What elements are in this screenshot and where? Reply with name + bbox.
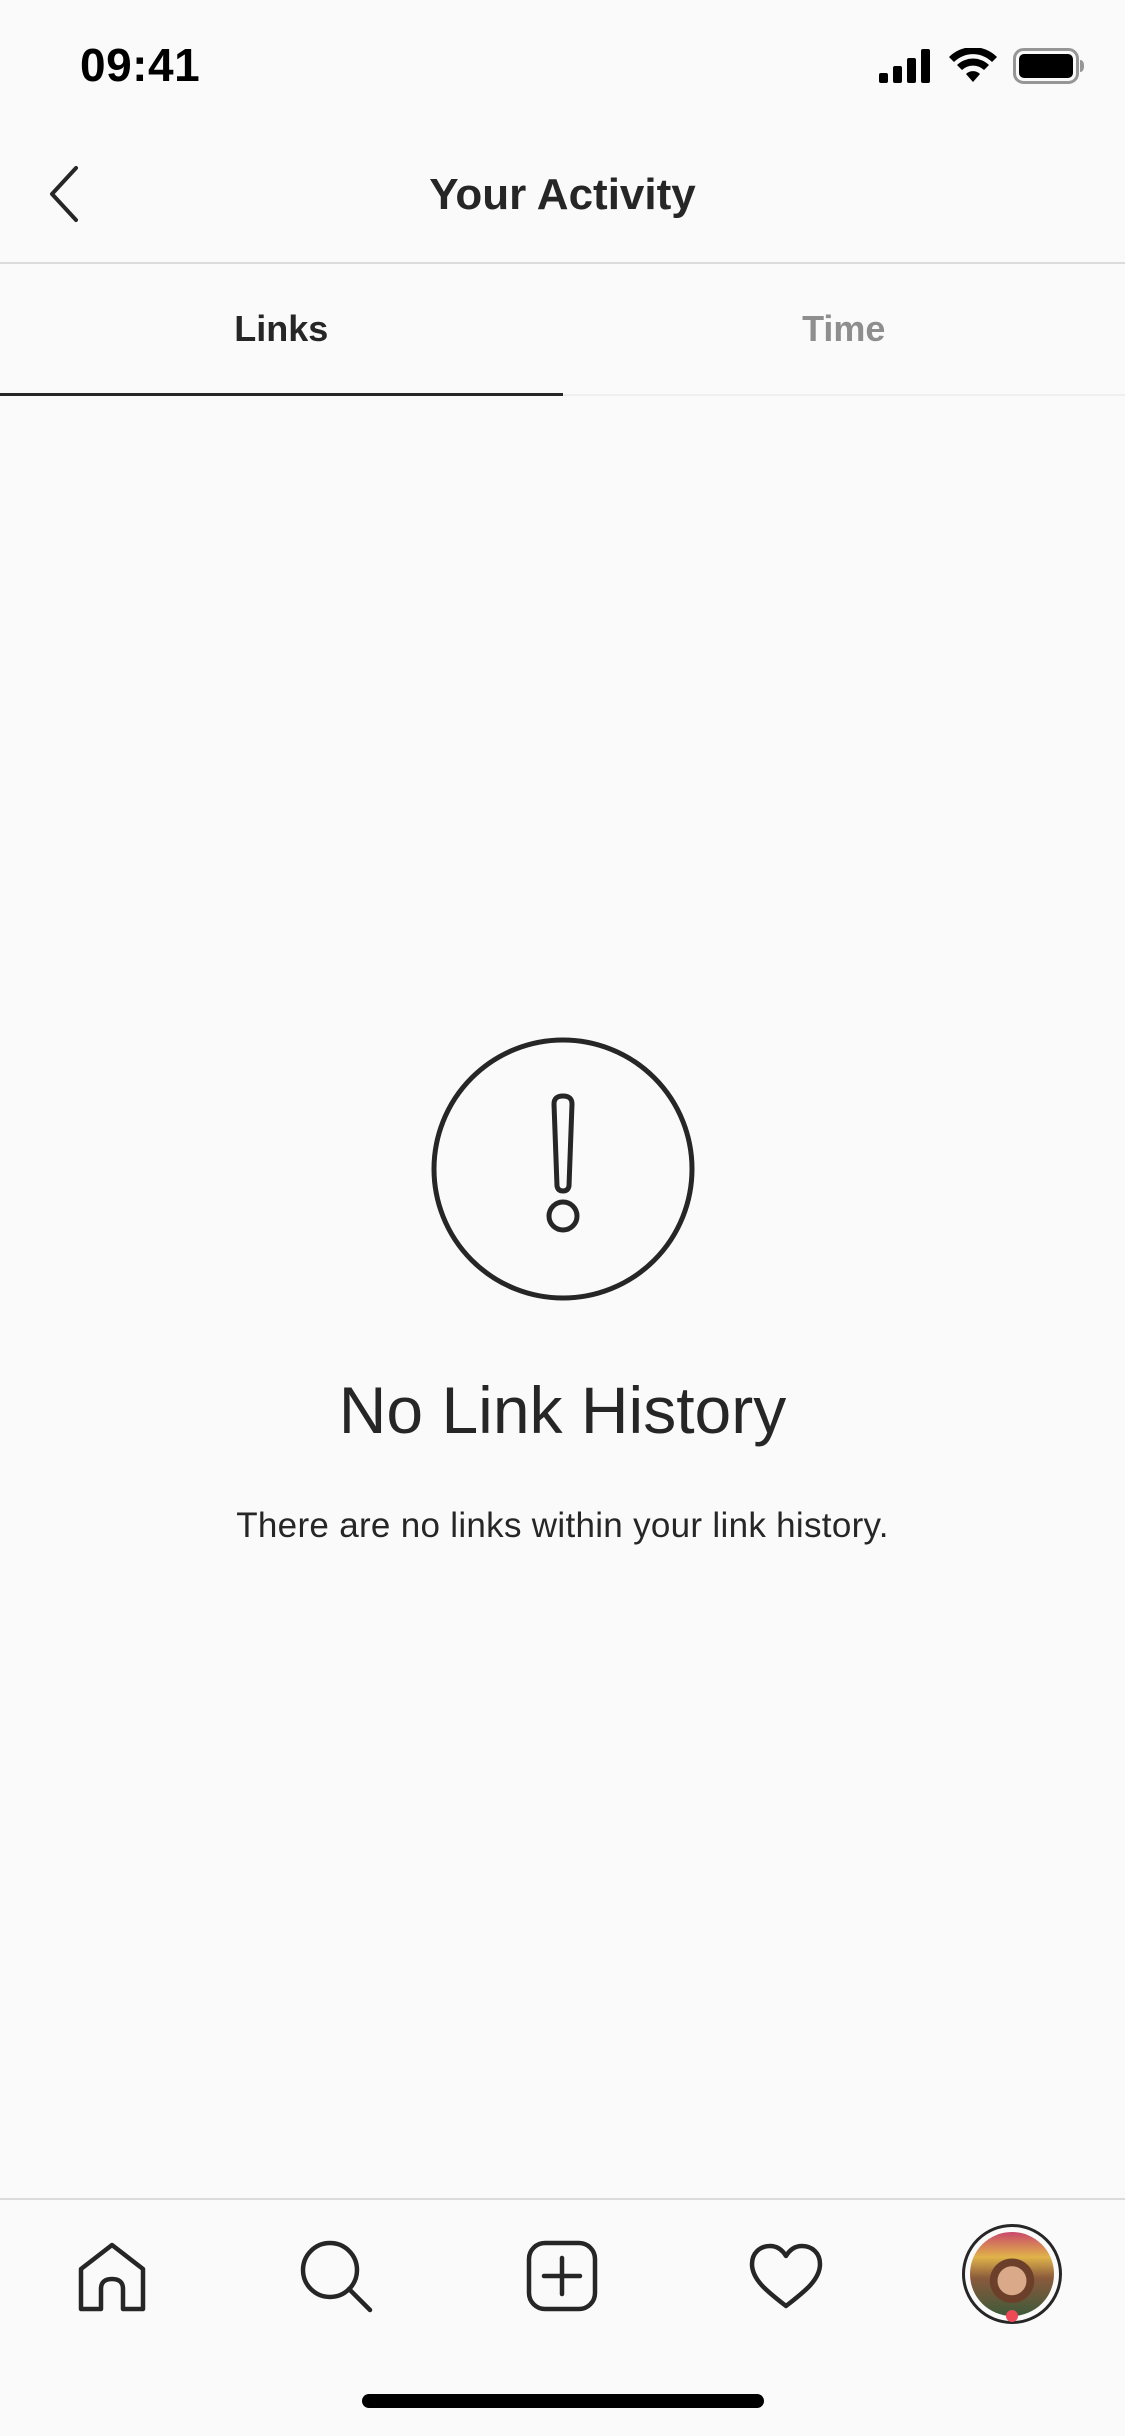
empty-state-subtitle: There are no links within your link hist…: [236, 1506, 889, 1545]
battery-icon: [1013, 47, 1085, 89]
cellular-signal-icon: [879, 48, 933, 88]
status-time: 09:41: [80, 39, 201, 91]
activity-heart-icon: [748, 2242, 824, 2315]
screen: 09:41 Your Activity Links Time No Link H…: [0, 0, 1125, 2436]
tab-time[interactable]: Time: [563, 264, 1125, 394]
alert-circle-icon: [0, 1036, 1125, 1302]
status-bar: 09:41: [0, 0, 1125, 132]
home-tab[interactable]: [62, 2228, 162, 2328]
tab-time-label: Time: [802, 308, 886, 349]
home-indicator[interactable]: [362, 2394, 764, 2408]
empty-state-title: No Link History: [338, 1373, 787, 1447]
new-post-icon: [526, 2240, 598, 2317]
home-icon: [75, 2239, 149, 2318]
wifi-icon: [949, 46, 997, 89]
status-icons: [879, 46, 1085, 89]
search-icon: [298, 2238, 374, 2319]
avatar: [970, 2232, 1054, 2316]
profile-tab[interactable]: [962, 2224, 1062, 2324]
page-title: Your Activity: [429, 170, 696, 219]
active-tab-indicator: [0, 393, 563, 396]
tab-bar-top: Links Time: [0, 264, 1125, 396]
profile-notification-dot: [1006, 2310, 1018, 2322]
search-tab[interactable]: [286, 2228, 386, 2328]
tab-links-label: Links: [234, 308, 329, 349]
new-post-tab[interactable]: [512, 2228, 612, 2328]
navigation-bar: Your Activity: [0, 132, 1125, 264]
empty-state: No Link History There are no links withi…: [0, 1036, 1125, 1546]
activity-tab[interactable]: [736, 2228, 836, 2328]
tab-links[interactable]: Links: [0, 264, 563, 396]
